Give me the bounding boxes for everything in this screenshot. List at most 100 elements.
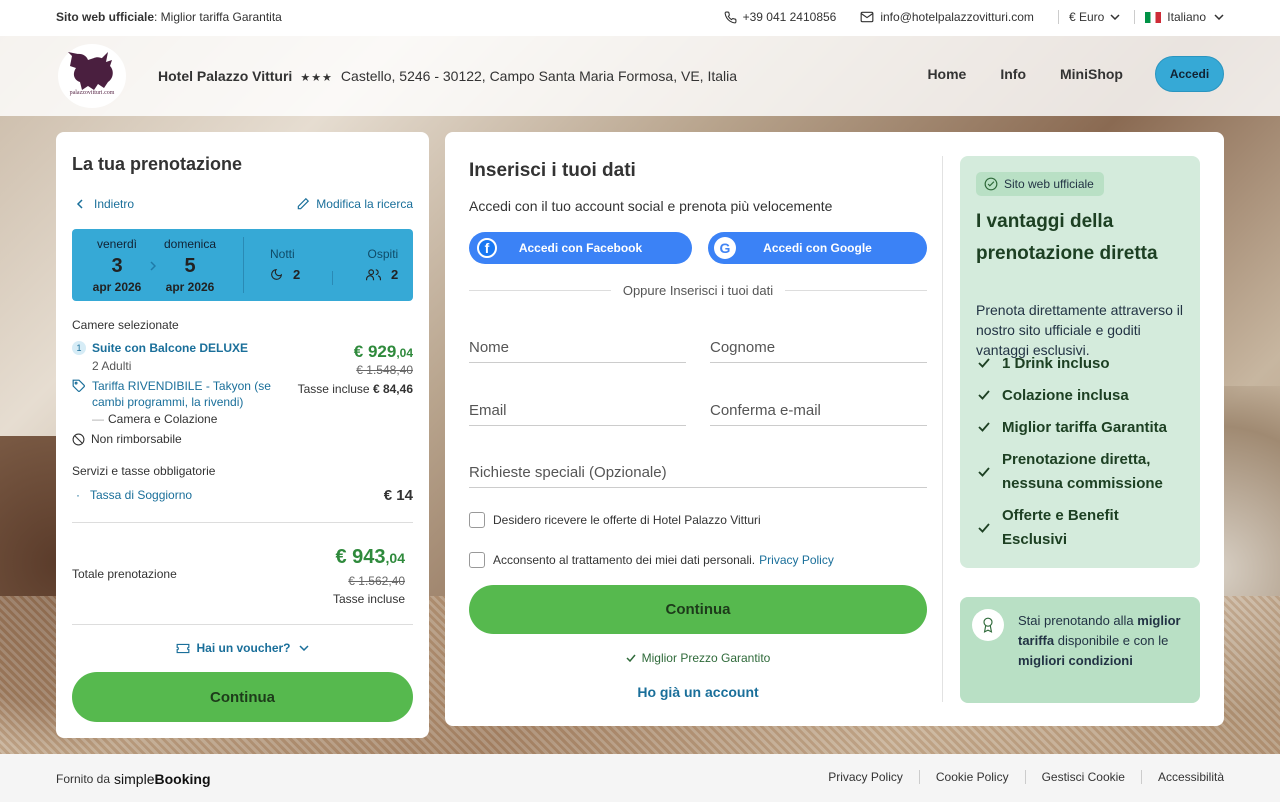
google-login-button[interactable]: G Accedi con Google	[708, 232, 927, 264]
room-guests: 2 Adulti	[92, 359, 132, 373]
last-name-field[interactable]: Cognome	[710, 333, 927, 363]
ticket-icon	[177, 643, 190, 653]
city-tax-value: € 14	[383, 487, 413, 504]
powered-by-label: Fornito da	[56, 772, 111, 786]
checkin-month: apr 2026	[92, 280, 142, 294]
users-icon	[366, 269, 381, 281]
divider	[243, 237, 244, 293]
rate-name-link[interactable]: Tariffa RIVENDIBILE - Takyon (se cambi p…	[92, 378, 272, 410]
divider	[72, 522, 413, 523]
advantage-item: Miglior tariffa Garantita	[976, 416, 1167, 440]
nav-minishop[interactable]: MiniShop	[1060, 66, 1123, 82]
total-price-old: € 1.562,40	[348, 574, 405, 588]
footer-manage-cookies-link[interactable]: Gestisci Cookie	[1024, 770, 1141, 784]
hotel-address: Castello, 5246 - 30122, Campo Santa Mari…	[340, 68, 738, 84]
nights-value: 2	[293, 267, 301, 282]
official-site-note: Sito web ufficiale: Miglior tariffa Gara…	[56, 10, 282, 24]
griffin-logo-icon	[68, 52, 113, 90]
nights-label: Notti	[270, 247, 295, 261]
chevron-left-icon	[76, 199, 83, 209]
email-address: info@hotelpalazzovitturi.com	[880, 10, 1034, 24]
nav-home[interactable]: Home	[927, 66, 966, 82]
first-name-field[interactable]: Nome	[469, 333, 686, 363]
check-icon	[978, 467, 990, 477]
consent-checkbox-row: Acconsento al trattamento dei miei dati …	[469, 552, 834, 568]
back-link[interactable]: Indietro	[72, 197, 134, 211]
room-taxes-value: € 84,46	[372, 382, 413, 396]
brand-light: simple	[114, 771, 155, 787]
offers-checkbox[interactable]	[469, 512, 485, 528]
booking-summary-card: La tua prenotazione Indietro Modifica la…	[56, 132, 429, 738]
footer-cookie-policy-link[interactable]: Cookie Policy	[918, 770, 1025, 784]
nights-info: Notti 2	[270, 247, 300, 282]
edit-search-link[interactable]: Modifica la ricerca	[296, 197, 413, 211]
advantages-title: I vantaggi della prenotazione diretta	[976, 211, 1158, 264]
room-name-link[interactable]: Suite con Balcone DELUXE	[92, 341, 248, 355]
total-price-decimals: ,04	[385, 550, 405, 566]
email-field[interactable]: Email	[469, 396, 686, 426]
form-subtitle: Accedi con il tuo account social e preno…	[469, 198, 833, 214]
moon-icon	[271, 268, 283, 280]
divider	[1134, 10, 1136, 24]
have-account-link[interactable]: Ho già un account	[469, 684, 927, 700]
footer-privacy-policy-link[interactable]: Privacy Policy	[828, 770, 919, 784]
divider	[469, 290, 611, 291]
hotel-logo[interactable]: palazzovitturi.com	[58, 44, 126, 108]
form-continue-button[interactable]: Continua	[469, 585, 927, 634]
hotel-name: Hotel Palazzo Vitturi	[158, 68, 293, 84]
total-price: € 943,04 € 1.562,40 Tasse incluse	[333, 546, 405, 606]
voucher-toggle[interactable]: Hai un voucher?	[56, 641, 429, 655]
best-rate-panel: Stai prenotando alla miglior tariffa dis…	[960, 597, 1200, 703]
advantage-label: Colazione inclusa	[1002, 387, 1129, 404]
facebook-login-button[interactable]: f Accedi con Facebook	[469, 232, 692, 264]
room-price-old: € 1.548,40	[356, 363, 413, 377]
offers-checkbox-row: Desidero ricevere le offerte di Hotel Pa…	[469, 512, 761, 528]
dates-box[interactable]: venerdì 3 apr 2026 domenica 5 apr 2026 N…	[72, 229, 413, 301]
advantages-description: Prenota direttamente attraverso il nostr…	[976, 302, 1183, 358]
consent-checkbox[interactable]	[469, 552, 485, 568]
room-price-main: € 929	[353, 342, 397, 361]
no-refund-icon	[72, 433, 85, 445]
advantage-item: Colazione inclusa	[976, 384, 1129, 408]
advantage-label: Prenotazione diretta, nessuna commission…	[1002, 451, 1163, 492]
or-divider-text: Oppure Inserisci i tuoi dati	[622, 283, 774, 298]
facebook-icon: f	[477, 238, 497, 258]
services-section-title: Servizi e tasse obbligatorie	[72, 464, 216, 478]
check-icon	[978, 422, 990, 432]
email-confirm-field[interactable]: Conferma e-mail	[710, 396, 927, 426]
advantage-label: Miglior tariffa Garantita	[1002, 419, 1168, 436]
advantage-item: Offerte e Benefit Esclusivi	[976, 504, 1176, 552]
chevron-down-icon	[298, 645, 309, 651]
divider	[942, 156, 943, 702]
main-nav: Home Info MiniShop Accedi	[893, 56, 1224, 92]
checkin-num: 3	[111, 255, 123, 277]
rate-line: Tariffa RIVENDIBILE - Takyon (se cambi p…	[72, 378, 272, 410]
site-header: palazzovitturi.com Hotel Palazzo Vitturi…	[0, 36, 1280, 116]
footer-links: Privacy Policy Cookie Policy Gestisci Co…	[828, 770, 1224, 784]
phone-link[interactable]: +39 041 2410856	[724, 10, 836, 24]
privacy-policy-link[interactable]: Privacy Policy	[759, 553, 834, 567]
checkin-day: venerdì	[96, 237, 138, 251]
hotel-stars: ★★★	[300, 72, 333, 84]
divider	[1057, 10, 1059, 24]
room-price: € 929,04 € 1.548,40 Tasse incluse € 84,4…	[298, 342, 413, 396]
language-selector[interactable]: Italiano	[1145, 10, 1224, 24]
summary-continue-button[interactable]: Continua	[72, 672, 413, 722]
hotel-info: Hotel Palazzo Vitturi ★★★ Castello, 5246 -…	[158, 68, 737, 84]
room-price-decimals: ,04	[396, 346, 413, 360]
room-index-badge: 1	[72, 341, 86, 355]
footer-accessibility-link[interactable]: Accessibilità	[1140, 770, 1224, 784]
login-button[interactable]: Accedi	[1155, 56, 1224, 92]
checkout-num: 5	[184, 255, 196, 277]
check-icon	[978, 390, 990, 400]
chevron-right-icon	[150, 261, 156, 271]
email-link[interactable]: info@hotelpalazzovitturi.com	[860, 10, 1034, 24]
italy-flag-icon	[1145, 11, 1162, 23]
special-requests-field[interactable]: Richieste speciali (Opzionale)	[469, 458, 927, 488]
currency-selector[interactable]: € Euro	[1069, 10, 1120, 24]
simplebooking-logo[interactable]: simpleBooking	[114, 771, 210, 787]
edit-search-label: Modifica la ricerca	[316, 197, 413, 211]
nav-info[interactable]: Info	[1000, 66, 1026, 82]
consent-label: Acconsento al trattamento dei miei dati …	[493, 553, 756, 567]
back-label: Indietro	[94, 197, 135, 211]
